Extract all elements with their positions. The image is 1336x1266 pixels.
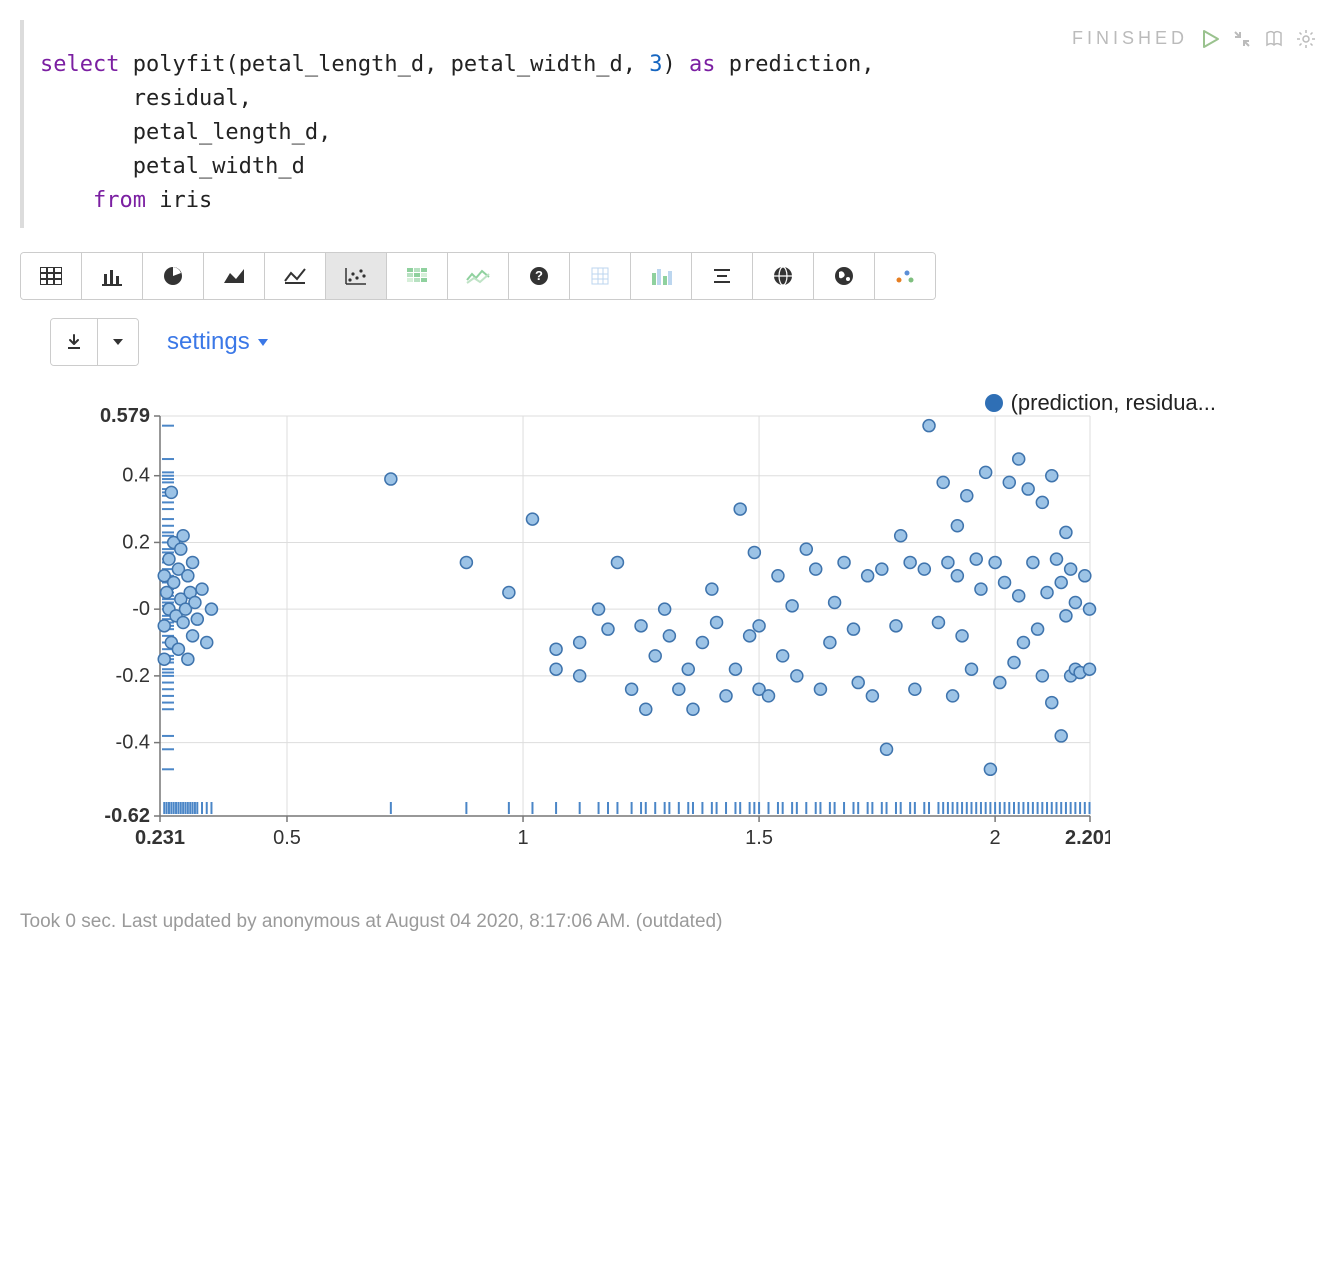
settings-link[interactable]: settings [167, 328, 270, 356]
kw-from: from [93, 188, 146, 213]
trend-chart-button[interactable] [448, 253, 509, 299]
settings-row: settings [50, 318, 1316, 366]
download-dropdown[interactable] [97, 319, 138, 365]
notebook-cell: FINISHED select polyfit(petal_length_d, … [20, 20, 1316, 228]
area-chart-button[interactable] [204, 253, 265, 299]
svg-text:0.4: 0.4 [122, 465, 150, 487]
kw-as: as [689, 52, 716, 77]
globe2-button[interactable] [814, 253, 875, 299]
pie-chart-button[interactable] [143, 253, 204, 299]
book-icon[interactable] [1264, 29, 1284, 49]
svg-text:1.5: 1.5 [745, 827, 773, 849]
download-button[interactable] [51, 319, 97, 365]
svg-text:-0.62: -0.62 [104, 805, 150, 827]
heatmap-button[interactable] [387, 253, 448, 299]
chart-legend: (prediction, residua... [985, 390, 1216, 416]
cluster-button[interactable] [875, 253, 935, 299]
cell-toolbar: FINISHED [1072, 28, 1316, 49]
svg-text:0.231: 0.231 [135, 827, 185, 849]
settings-label: settings [167, 328, 250, 356]
legend-dot-icon [985, 394, 1003, 412]
cell-footer: Took 0 sec. Last updated by anonymous at… [20, 911, 1316, 933]
table-view-button[interactable] [21, 253, 82, 299]
grouped-bar-button[interactable] [631, 253, 692, 299]
kw-select: select [40, 52, 119, 77]
scatter-plot[interactable]: -0.62 -0.4 -0.2 -0 0.2 0.4 0.579 0.231 0.5 1 1.5 2 2… [60, 396, 1110, 866]
svg-text:0.5: 0.5 [273, 827, 301, 849]
bar-chart-button[interactable] [82, 253, 143, 299]
svg-text:2: 2 [990, 827, 1001, 849]
code-editor[interactable]: select polyfit(petal_length_d, petal_wid… [24, 20, 1316, 228]
help-button[interactable]: ? [509, 253, 570, 299]
download-button-group [50, 318, 139, 366]
chart-container: (prediction, residua... -0.62-0.4-0.2-00… [60, 396, 1276, 871]
svg-text:0.2: 0.2 [122, 532, 150, 554]
svg-text:?: ? [535, 268, 543, 283]
gear-icon[interactable] [1296, 29, 1316, 49]
legend-label: (prediction, residua... [1011, 390, 1216, 416]
svg-text:-0.4: -0.4 [116, 732, 150, 754]
collapse-icon[interactable] [1232, 29, 1252, 49]
cell-status: FINISHED [1072, 28, 1188, 49]
grid-button[interactable] [570, 253, 631, 299]
svg-text:-0.2: -0.2 [116, 665, 150, 687]
scatter-chart-button[interactable] [326, 253, 387, 299]
svg-text:1: 1 [517, 827, 528, 849]
svg-text:-0: -0 [132, 599, 150, 621]
svg-text:0.579: 0.579 [100, 405, 150, 427]
svg-text:2.201: 2.201 [1065, 827, 1110, 849]
line-chart-button[interactable] [265, 253, 326, 299]
globe-button[interactable] [753, 253, 814, 299]
viz-type-toolbar: ? [20, 252, 936, 300]
align-button[interactable] [692, 253, 753, 299]
run-icon[interactable] [1200, 29, 1220, 49]
